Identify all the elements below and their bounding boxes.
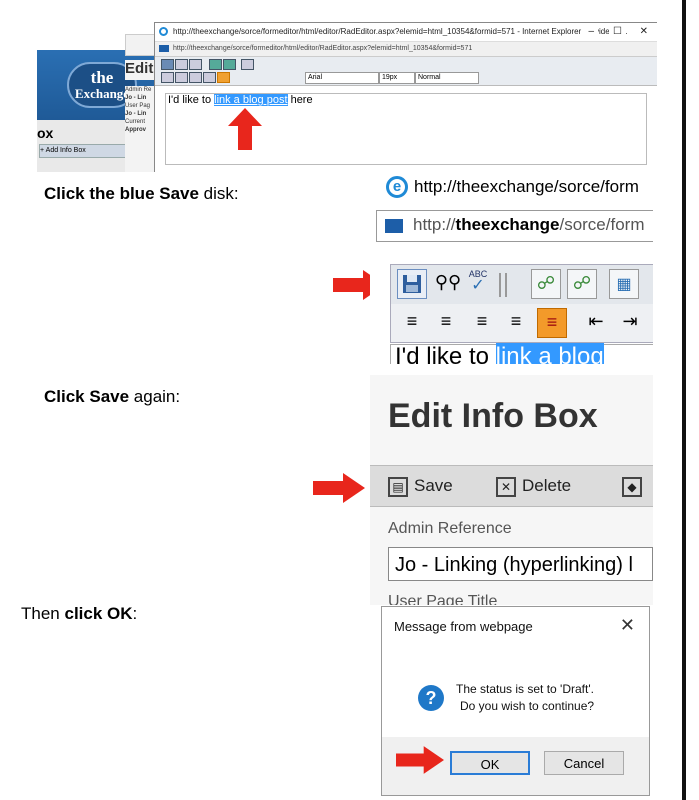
unlink-icon[interactable] [223,59,236,70]
outdent-icon: ⇤ [588,311,604,331]
justify-icon: ≡ [510,311,522,331]
align-center-icon[interactable] [175,72,188,83]
step-1-instruction: Click the blue Save disk: [44,184,239,203]
toolbar-separator [499,273,501,297]
editor-text: I'd like to link a blog post here [168,94,313,106]
style-icon: ≡ [546,312,558,332]
site-section-label: ox [37,125,54,141]
address-url: http://theexchange/sorce/form [413,215,645,234]
maximize-button[interactable]: ☐ [609,23,626,41]
editor-popup-window: http://theexchange/sorce/formeditor/html… [154,22,657,172]
save-button[interactable]: ▤ Save [388,472,453,500]
toolbar-separator [505,273,507,297]
admin-reference-label: Admin Reference [388,520,512,537]
align-center-button[interactable]: ≡ [431,308,461,338]
step-3-instruction: Then click OK: [21,604,138,623]
minimize-button[interactable]: – [584,23,598,41]
ie-title-bar: e http://theexchange/sorce/form [370,172,653,202]
align-right-button[interactable]: ≡ [467,308,497,338]
hyperlink-button[interactable]: ☍ [531,269,561,299]
save-disk-button[interactable] [397,269,427,299]
table-button[interactable]: ▦ [609,269,639,299]
align-left-icon: ≡ [406,311,418,331]
align-center-icon: ≡ [440,311,452,331]
save-icon[interactable] [161,59,174,70]
page-title: Edit Info Box [388,397,598,435]
save-disk-icon [403,275,421,293]
binoculars-icon: ⚲⚲ [434,272,462,292]
editor-document-text[interactable]: I'd like to link a blog [390,343,653,364]
link-icon[interactable] [209,59,222,70]
dialog-message: The status is set to 'Draft'. Do you wis… [456,682,595,713]
address-bar[interactable]: http://theexchange/sorce/form [376,210,653,242]
link-icon: ☍ [536,273,556,293]
editor-screenshot: the Exchange ox + Add Info Box Edit Admi… [37,22,657,172]
user-page-title-label: User Page Title [388,593,498,605]
paragraph-select[interactable]: Normal [415,72,479,84]
unlink-icon: ☍ [572,273,592,293]
action-toolbar: ▤ Save ✕ Delete ◆ [370,465,653,507]
spellcheck-icon[interactable] [189,59,202,70]
popup-title-bar: http://theexchange/sorce/formeditor/html… [155,23,657,41]
side-fields: Admin Re Jo - Lin User Pag Jo - Lin Curr… [125,86,157,172]
save-icon: ▤ [388,476,408,497]
editor-toolbar-row-2: ≡ ≡ ≡ ≡ ≡ ⇤ ⇥ [390,304,653,343]
delete-button[interactable]: ✕ Delete [496,472,571,500]
table-icon[interactable] [241,59,254,70]
edit-info-box-screenshot: Edit Info Box ▤ Save ✕ Delete ◆ Admin Refe… [370,375,653,605]
ie-window-title: http://theexchange/sorce/form [414,177,639,196]
step-2-instruction: Click Save again: [44,387,181,406]
cancel-button[interactable]: Cancel [544,751,624,775]
find-button[interactable]: ⚲⚲ [433,269,463,299]
style-button[interactable]: ≡ [537,308,567,338]
find-icon[interactable] [175,59,188,70]
window-title: http://theexchange/sorce/formeditor/html… [173,27,628,36]
ie-logo-icon: e [386,176,408,198]
tag-icon: ◆ [622,476,642,497]
style-active-icon[interactable] [217,72,230,83]
close-icon[interactable]: ✕ [620,615,635,636]
red-right-arrow-icon [396,746,444,774]
dialog-body: ? The status is set to 'Draft'. Do you w… [382,643,649,749]
selected-link-text: link a blog [495,343,604,364]
align-left-button[interactable]: ≡ [397,308,427,338]
toolbar-screenshot: e http://theexchange/sorce/form http://t… [370,172,653,364]
more-button[interactable]: ◆ [622,472,648,500]
outdent-button[interactable]: ⇤ [581,308,611,338]
site-favicon [159,45,169,52]
delete-icon: ✕ [496,476,516,497]
justify-button[interactable]: ≡ [501,308,531,338]
editor-toolbar: Arial 19px Normal [155,57,657,86]
dialog-title: Message from webpage [394,619,533,634]
red-right-arrow-icon [313,473,365,503]
align-right-icon: ≡ [476,311,488,331]
unlink-button[interactable]: ☍ [567,269,597,299]
ok-button[interactable]: OK [450,751,530,775]
admin-reference-input[interactable]: Jo - Linking (hyperlinking) l [388,547,653,581]
editor-toolbar-row-1: ⚲⚲ ABC ✓ ☍ ☍ ▦ [390,264,653,306]
popup-address-bar[interactable]: http://theexchange/sorce/formeditor/html… [155,41,657,57]
align-right-icon[interactable] [189,72,202,83]
table-icon: ▦ [616,276,632,293]
ie-icon [159,27,168,36]
justify-icon[interactable] [203,72,216,83]
font-name-select[interactable]: Arial [305,72,379,84]
editor-content-area[interactable]: I'd like to link a blog post here [165,93,647,165]
page-border [682,0,686,800]
popup-url-text: http://theexchange/sorce/formeditor/html… [173,45,473,52]
site-favicon [385,219,403,233]
question-icon: ? [418,685,444,711]
close-button[interactable]: ✕ [635,23,652,41]
align-left-icon[interactable] [161,72,174,83]
red-up-arrow-icon [228,108,262,150]
indent-button[interactable]: ⇥ [615,308,645,338]
font-size-select[interactable]: 19px [379,72,415,84]
indent-icon: ⇥ [622,311,638,331]
spellcheck-button[interactable]: ABC ✓ [463,269,493,299]
selected-link-text[interactable]: link a blog post [214,94,288,106]
